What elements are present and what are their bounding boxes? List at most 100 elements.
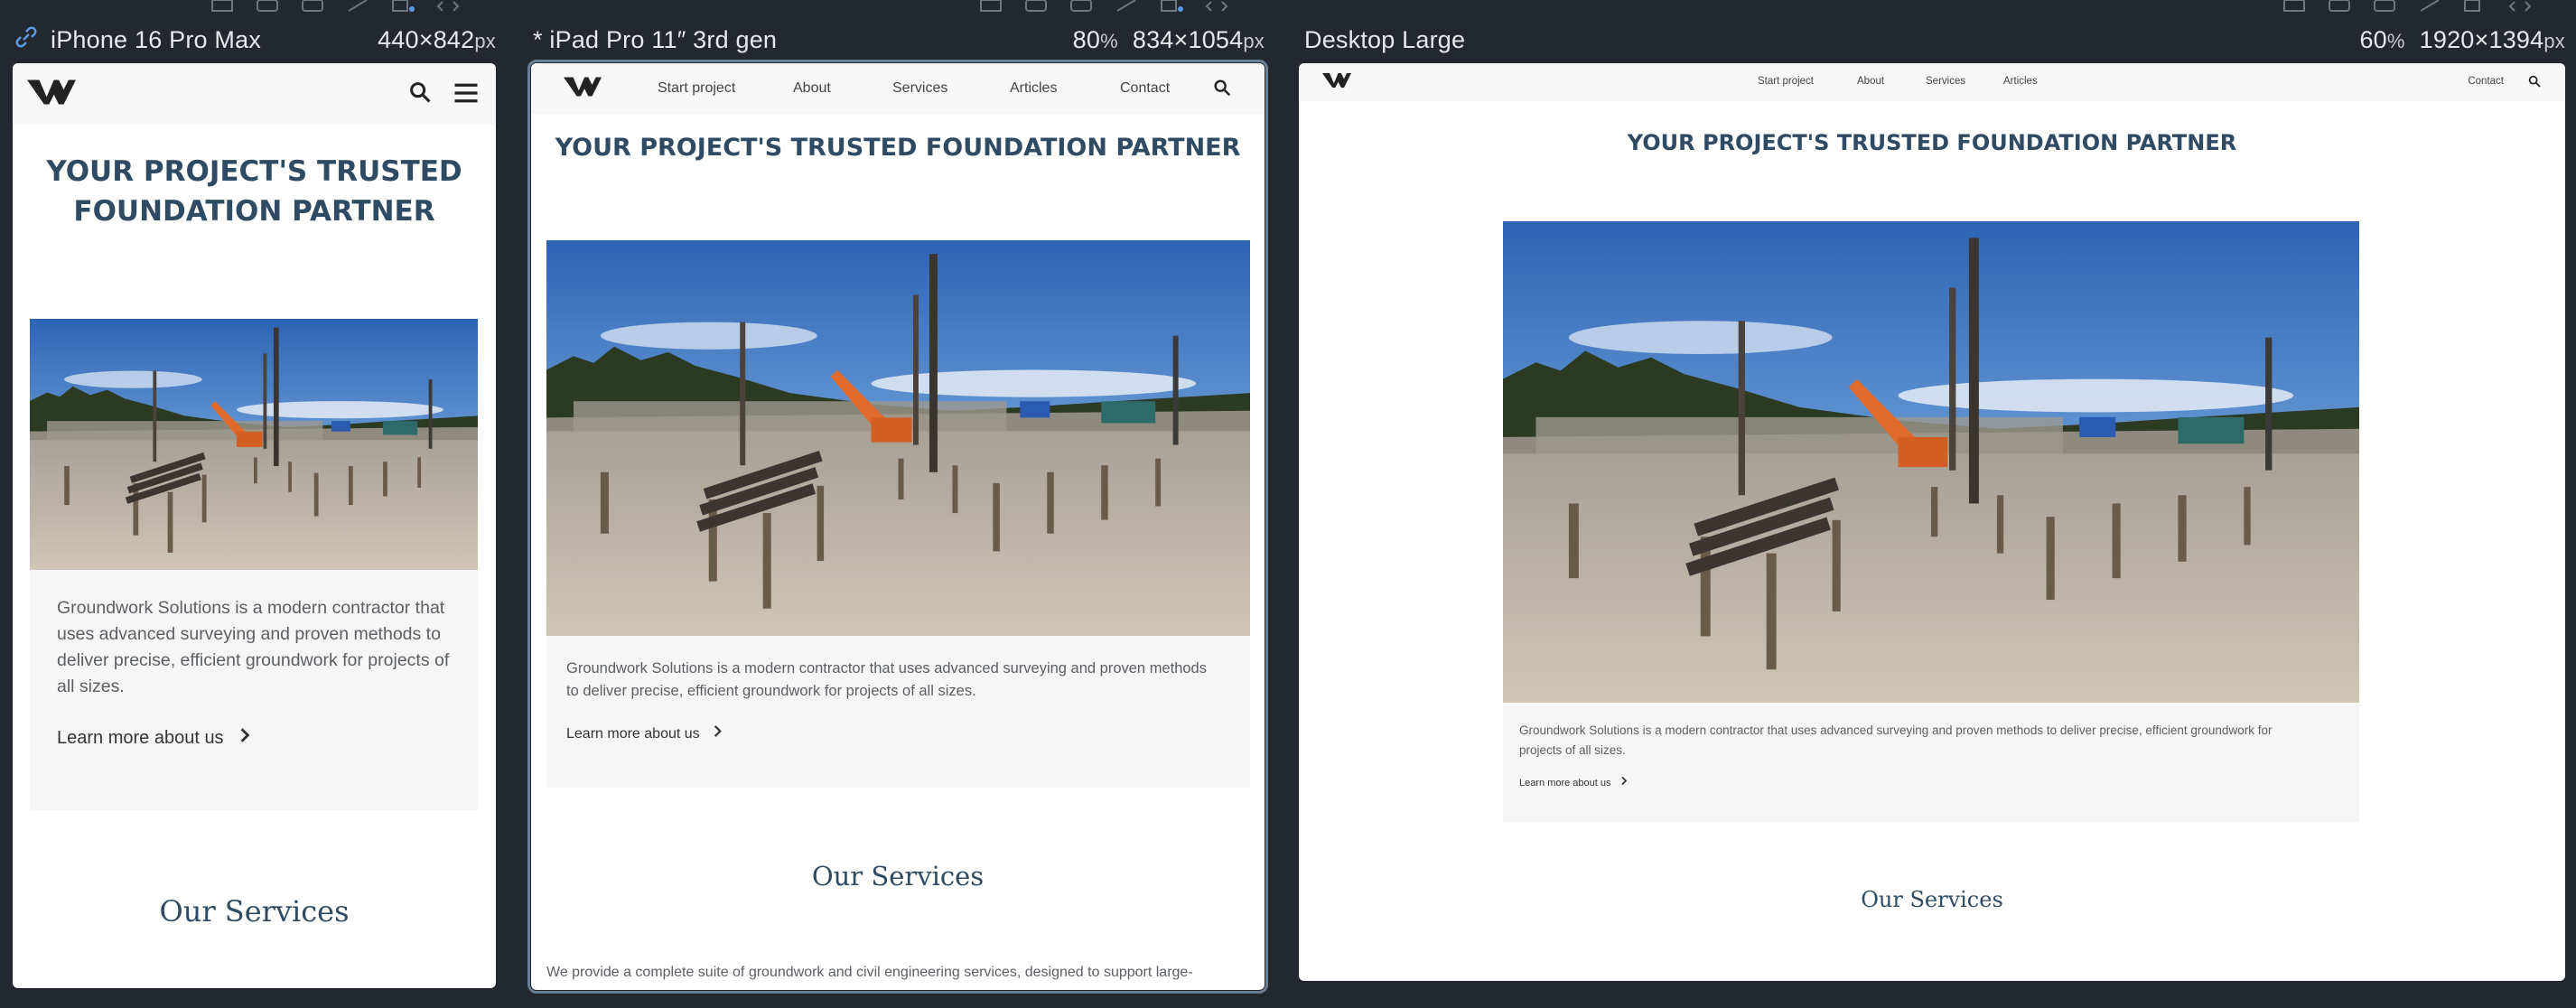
code-icon[interactable] (1204, 0, 1229, 12)
viewport-label-iphone[interactable]: iPhone 16 Pro Max 440×842px (13, 22, 496, 58)
ruler-icon[interactable] (978, 0, 1003, 12)
site-header: Start project About Services Articles Co… (1299, 63, 2565, 101)
learn-more-label: Learn more about us (1519, 778, 1611, 789)
nav-contact[interactable]: Contact (1120, 80, 1203, 97)
zoom-unit: % (1100, 29, 1118, 52)
hero-image (30, 319, 478, 570)
intro-line-2: to deliver precise, efficient groundwork… (566, 683, 976, 699)
learn-more-label: Learn more about us (566, 726, 700, 742)
ruler-icon[interactable] (2282, 0, 2307, 12)
page-headline: YOUR PROJECT'S TRUSTED FOUNDATION PARTNE… (555, 134, 1241, 162)
intro-line-1: Groundwork Solutions is a modern contrac… (1519, 723, 2273, 737)
viewport-zoom[interactable]: 80% (1073, 26, 1118, 54)
services-title: Our Services (159, 894, 350, 929)
headline-line-2: FOUNDATION PARTNER (73, 195, 435, 228)
intro-text: Groundwork Solutions is a modern contrac… (57, 598, 450, 696)
intro-card: Groundwork Solutions is a modern contrac… (546, 636, 1250, 788)
nav-about[interactable]: About (793, 80, 892, 97)
viewport-dimensions: 834×1054px (1133, 26, 1265, 54)
device-sync-icon[interactable] (390, 0, 415, 12)
intro-card: Groundwork Solutions is a modern contrac… (30, 570, 478, 810)
viewport-name: * iPad Pro 11″ 3rd gen (533, 25, 778, 53)
hero-image (1503, 221, 2359, 703)
learn-more-link[interactable]: Learn more about us (57, 725, 451, 751)
page-headline: YOUR PROJECT'S TRUSTED FOUNDATION PARTNE… (1627, 130, 2237, 155)
search-icon[interactable] (407, 79, 433, 109)
toolbar-ipad (978, 0, 1229, 14)
viewport-label-desktop[interactable]: Desktop Large 60% 1920×1394px (1304, 22, 2565, 58)
viewport-dimensions: 440×842px (378, 26, 496, 54)
image-icon[interactable] (1069, 0, 1094, 12)
intro-text: Groundwork Solutions is a modern contrac… (1519, 721, 2343, 761)
tools-icon[interactable] (1114, 0, 1139, 12)
company-logo[interactable] (1322, 71, 1351, 94)
nav-articles[interactable]: Articles (2003, 76, 2076, 87)
learn-more-link[interactable]: Learn more about us (566, 723, 1230, 745)
viewport-width: 440 (378, 25, 419, 53)
ruler-icon[interactable] (210, 0, 235, 12)
viewport-name: iPhone 16 Pro Max (51, 25, 262, 53)
nav-start-project[interactable]: Start project (1758, 76, 1857, 87)
services-title: Our Services (811, 861, 985, 891)
viewport-width: 834 (1132, 25, 1174, 53)
zoom-value: 80 (1072, 25, 1101, 53)
learn-more-label: Learn more about us (57, 728, 224, 748)
zoom-value: 60 (2359, 25, 2387, 53)
image-icon[interactable] (300, 0, 325, 12)
viewport-height: 842 (433, 25, 475, 53)
chevron-right-icon (713, 723, 723, 745)
viewport-width: 1920 (2419, 25, 2475, 53)
main-nav: Start project About Services Articles Co… (658, 80, 1203, 97)
image-icon[interactable] (2372, 0, 2397, 12)
nav-services[interactable]: Services (1926, 76, 2003, 87)
code-icon[interactable] (435, 0, 461, 12)
viewport-frame-iphone[interactable]: YOUR PROJECT'S TRUSTED FOUNDATION PARTNE… (13, 63, 496, 988)
intro-line-1: Groundwork Solutions is a modern contrac… (566, 660, 1207, 677)
nav-start-project[interactable]: Start project (658, 80, 793, 97)
nav-contact[interactable]: Contact (2468, 76, 2504, 87)
dims-separator: × (2474, 25, 2489, 53)
viewport-name: Desktop Large (1304, 25, 1466, 53)
viewport-frame-desktop[interactable]: Start project About Services Articles Co… (1299, 63, 2565, 981)
hamburger-menu-icon[interactable] (453, 81, 480, 109)
nav-services[interactable]: Services (892, 80, 1010, 97)
viewport-height: 1394 (2488, 25, 2544, 53)
zoom-unit: % (2386, 29, 2405, 52)
unit: px (2543, 29, 2565, 52)
screenshot-icon[interactable] (2327, 0, 2352, 12)
services-intro: We provide a complete suite of groundwor… (546, 965, 1193, 980)
site-header: Start project About Services Articles Co… (531, 63, 1265, 114)
screenshot-icon[interactable] (255, 0, 280, 12)
unit: px (1243, 29, 1265, 52)
nav-articles[interactable]: Articles (1010, 80, 1120, 97)
viewport-frame-ipad[interactable]: Start project About Services Articles Co… (527, 60, 1268, 994)
screenshot-icon[interactable] (1023, 0, 1049, 12)
viewport-height: 1054 (1188, 25, 1244, 53)
tools-icon[interactable] (345, 0, 370, 12)
learn-more-link[interactable]: Learn more about us (1519, 773, 2343, 793)
code-icon[interactable] (2507, 0, 2533, 12)
hero-image (546, 240, 1250, 636)
company-logo[interactable] (564, 74, 602, 104)
viewport-zoom[interactable]: 60% (2359, 26, 2404, 54)
unit: px (474, 29, 496, 52)
intro-line-2: projects of all sizes. (1519, 743, 1626, 757)
chevron-right-icon (238, 725, 251, 751)
device-sync-icon[interactable] (1159, 0, 1184, 12)
link-icon[interactable] (13, 23, 40, 57)
nav-about[interactable]: About (1857, 76, 1926, 87)
intro-card: Groundwork Solutions is a modern contrac… (1503, 703, 2359, 822)
device-icon[interactable] (2462, 0, 2487, 12)
viewport-label-ipad[interactable]: * iPad Pro 11″ 3rd gen 80% 834×1054px (533, 22, 1265, 58)
company-logo[interactable] (27, 77, 76, 112)
dims-separator: × (1173, 25, 1189, 53)
intro-text: Groundwork Solutions is a modern contrac… (566, 658, 1230, 703)
viewport-dimensions: 1920×1394px (2420, 26, 2565, 54)
services-title: Our Services (1861, 887, 2003, 912)
chevron-right-icon (1620, 773, 1628, 793)
search-icon[interactable] (1212, 78, 1232, 102)
site-header (13, 63, 496, 125)
search-icon[interactable] (2527, 74, 2542, 93)
headline-line-1: YOUR PROJECT'S TRUSTED (46, 155, 462, 188)
tools-icon[interactable] (2417, 0, 2442, 12)
